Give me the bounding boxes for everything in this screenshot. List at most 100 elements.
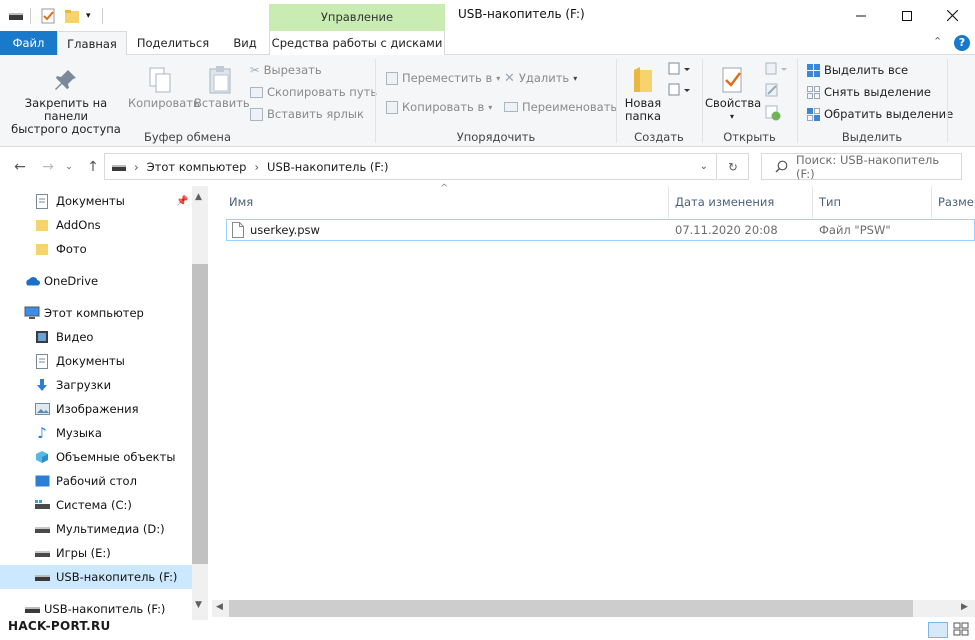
nav-item-usb-drive-selected[interactable]: USB-накопитель (F:) (0, 565, 192, 589)
pin-quick-access-button[interactable]: Закрепить на панели быстрого доступа (4, 63, 128, 136)
move-to-label: Переместить в (402, 71, 493, 85)
copy-path-button[interactable]: Скопировать путь (250, 82, 377, 102)
history-icon[interactable] (765, 105, 781, 124)
invert-selection-button[interactable]: Обратить выделение (807, 104, 953, 124)
paste-button[interactable]: Вставить (194, 63, 250, 110)
usb-drive-icon (34, 569, 50, 585)
select-none-button[interactable]: Снять выделение (807, 82, 931, 102)
qat-dropdown-icon[interactable]: ▾ (86, 6, 91, 26)
breadcrumb-this-pc[interactable]: Этот компьютер (147, 160, 247, 174)
search-box[interactable]: Поиск: USB-накопитель (F:) (761, 153, 962, 181)
maximize-button[interactable] (884, 0, 930, 31)
horizontal-scroll-thumb[interactable] (229, 600, 913, 617)
nav-item-usb-drive-root[interactable]: USB-накопитель (F:) (0, 597, 192, 621)
pin-icon[interactable]: 📌 (176, 196, 188, 207)
desktop-icon (34, 473, 50, 489)
nav-item-label: USB-накопитель (F:) (44, 602, 166, 616)
details-view-icon[interactable] (928, 622, 948, 638)
nav-item-label: Изображения (56, 402, 139, 416)
nav-item-addons[interactable]: AddOns (0, 213, 192, 237)
delete-button[interactable]: ✕ Удалить ▾ (504, 68, 577, 88)
copy-button[interactable]: Копировать (128, 63, 200, 110)
table-row[interactable]: userkey.psw 07.11.2020 20:08 Файл "PSW" (226, 219, 975, 241)
documents-icon (34, 353, 50, 369)
new-folder-button[interactable]: Новая папка (622, 63, 664, 123)
invert-selection-label: Обратить выделение (824, 107, 954, 121)
tab-home[interactable]: Главная (57, 31, 127, 56)
move-to-button[interactable]: Переместить в ▾ (386, 68, 500, 88)
nav-item-documents[interactable]: Документы (0, 349, 192, 373)
help-icon[interactable]: ? (954, 35, 970, 51)
file-date: 07.11.2020 20:08 (675, 223, 778, 237)
scroll-up-icon[interactable]: ▲ (195, 192, 202, 202)
paste-shortcut-button[interactable]: Вставить ярлык (250, 104, 364, 124)
column-header-name[interactable]: Имя (223, 186, 669, 218)
tab-file[interactable]: Файл (0, 31, 57, 55)
context-tab-manage[interactable]: Управление (269, 4, 445, 31)
navigation-bar: ← → ⌄ ↑ › Этот компьютер › USB-накопител… (0, 148, 975, 186)
tab-view[interactable]: Вид (222, 31, 268, 55)
breadcrumb-usb-drive[interactable]: USB-накопитель (F:) (267, 160, 388, 174)
horizontal-scrollbar[interactable]: ◀ ▶ (212, 600, 975, 617)
close-button[interactable] (929, 0, 975, 31)
qat-divider (102, 8, 103, 24)
minimize-button[interactable] (838, 0, 884, 31)
paste-shortcut-icon (250, 107, 263, 121)
nav-item-desktop[interactable]: Рабочий стол (0, 469, 192, 493)
back-button[interactable]: ← (9, 156, 31, 178)
file-type: Файл "PSW" (819, 223, 891, 237)
column-header-type[interactable]: Тип (813, 186, 932, 218)
scroll-left-icon[interactable]: ◀ (216, 602, 223, 612)
nav-item-documents-quick[interactable]: Документы 📌 (0, 189, 192, 213)
tab-share[interactable]: Поделиться (130, 31, 216, 55)
nav-item-games-drive[interactable]: Игры (E:) (0, 541, 192, 565)
qat-divider (30, 8, 31, 24)
copy-to-button[interactable]: Копировать в ▾ (386, 97, 492, 117)
nav-item-label: Объемные объекты (56, 450, 176, 464)
paste-icon (194, 63, 246, 97)
nav-item-video[interactable]: Видео (0, 325, 192, 349)
new-item-icon[interactable] (668, 62, 692, 79)
nav-item-system-drive[interactable]: Система (C:) (0, 493, 192, 517)
copy-path-label: Скопировать путь (267, 85, 378, 99)
tab-disk-tools[interactable]: Средства работы с дисками (269, 31, 445, 55)
nav-item-label: Фото (56, 242, 87, 256)
properties-button[interactable]: Свойства ▾ (705, 63, 761, 123)
nav-scroll-thumb[interactable] (192, 264, 208, 564)
select-all-button[interactable]: Выделить все (807, 60, 908, 80)
refresh-button[interactable]: ↻ (718, 153, 749, 180)
address-dropdown-icon[interactable]: ⌄ (700, 161, 708, 172)
pin-icon (4, 63, 128, 97)
forward-button[interactable]: → (37, 156, 59, 178)
new-folder-icon[interactable] (64, 6, 80, 26)
nav-item-downloads[interactable]: Загрузки (0, 373, 192, 397)
large-icons-view-icon[interactable] (953, 622, 971, 638)
nav-item-photo[interactable]: Фото (0, 237, 192, 261)
copy-to-icon (386, 100, 398, 114)
easy-access-icon[interactable] (668, 83, 692, 100)
address-bar[interactable]: › Этот компьютер › USB-накопитель (F:) ⌄ (104, 153, 717, 180)
nav-item-label: USB-накопитель (F:) (56, 570, 178, 584)
nav-scrollbar[interactable]: ▲ ▼ (192, 186, 208, 620)
nav-item-music[interactable]: ♪ Музыка (0, 421, 192, 445)
nav-item-pictures[interactable]: Изображения (0, 397, 192, 421)
up-button[interactable]: ↑ (82, 156, 104, 178)
open-icon[interactable] (765, 62, 789, 79)
documents-icon (34, 193, 50, 209)
nav-item-3d-objects[interactable]: Объемные объекты (0, 445, 192, 469)
edit-icon[interactable] (765, 83, 779, 100)
properties-icon[interactable] (40, 6, 56, 26)
scroll-right-icon[interactable]: ▶ (961, 602, 968, 612)
nav-item-this-pc[interactable]: Этот компьютер (0, 301, 192, 325)
rename-button[interactable]: Переименовать (504, 97, 617, 117)
breadcrumb-separator-icon: › (134, 159, 139, 174)
music-icon: ♪ (37, 424, 47, 442)
nav-item-multimedia-drive[interactable]: Мультимедиа (D:) (0, 517, 192, 541)
collapse-ribbon-icon[interactable]: ⌃ (933, 35, 942, 48)
column-header-date[interactable]: Дата изменения (669, 186, 813, 218)
recent-locations-button[interactable]: ⌄ (58, 156, 80, 178)
nav-item-onedrive[interactable]: OneDrive (0, 269, 192, 293)
cut-button[interactable]: ✂ Вырезать (250, 60, 322, 80)
column-header-size[interactable]: Размер (932, 186, 975, 218)
scroll-down-icon[interactable]: ▼ (195, 600, 202, 610)
